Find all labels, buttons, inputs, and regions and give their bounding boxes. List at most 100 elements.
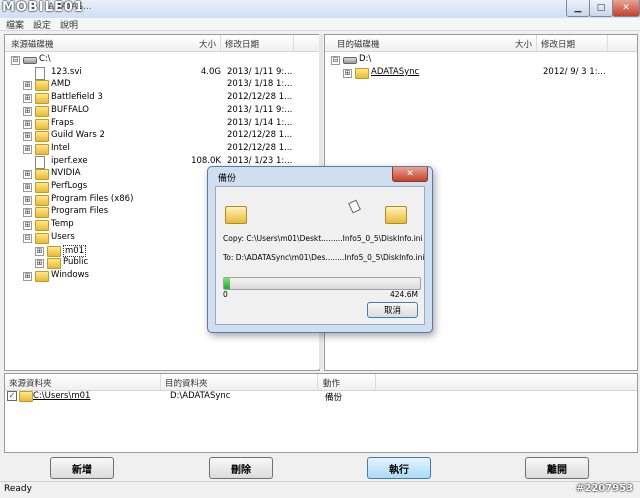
expand-icon[interactable]: ⊞ <box>23 144 32 154</box>
source-tree-row[interactable]: ⊞ Battlefield 3 2012/12/28 1... <box>5 92 319 105</box>
file-icon <box>35 66 45 80</box>
expand-icon[interactable]: ⊞ <box>35 246 44 256</box>
close-button[interactable]: ✕ <box>612 0 640 17</box>
menu-file[interactable]: 檔案 <box>6 18 24 31</box>
minimize-button[interactable]: ▁ <box>566 0 590 17</box>
folder-icon <box>35 194 49 206</box>
source-item-date: 2013/ 1/18 1:... <box>227 79 293 90</box>
source-pane-header: 來源磁碟機 大小 修改日期 <box>5 35 319 52</box>
source-item-name: iperf.exe <box>51 155 88 166</box>
size-column[interactable]: 大小 <box>515 38 532 50</box>
task-row[interactable]: ✓ C:\Users\m01 D:\ADATASync 備份 <box>5 391 637 403</box>
drive-icon <box>23 57 37 64</box>
progress-fill <box>224 278 230 289</box>
expand-icon[interactable]: ⊞ <box>23 106 32 116</box>
progress-end-label: 424.6M <box>390 290 418 299</box>
source-tree-row[interactable]: 123.svi 4.0G 2013/ 1/11 9:... <box>5 66 319 80</box>
watermark: #2207953 <box>576 483 634 494</box>
mobile01-logo: MOBILE01 <box>2 0 84 15</box>
status-bar: Ready <box>0 481 640 498</box>
folder-icon <box>47 245 61 257</box>
source-item-name: Temp <box>51 219 74 230</box>
destination-item-date: 2012/ 9/ 3 1:... <box>543 66 606 77</box>
source-tree-row[interactable]: ⊞ Fraps 2013/ 1/14 1:... <box>5 118 319 130</box>
task-list[interactable]: 來源資料夾 目的資料夾 動作 ✓ C:\Users\m01 D:\ADATASy… <box>4 373 638 453</box>
source-tree-row[interactable]: ⊞ AMD 2013/ 1/18 1:... <box>5 79 319 92</box>
folder-icon <box>35 118 49 130</box>
source-item-name: 123.svi <box>51 66 82 77</box>
source-item-date: 2013/ 1/14 1:... <box>227 117 293 128</box>
destination-pane-header: 目的磁碟機 大小 修改日期 <box>325 35 637 52</box>
source-item-date: 2013/ 1/23 1:... <box>227 155 293 166</box>
destination-drive-column[interactable]: 目的磁碟機 <box>337 38 380 50</box>
collapse-icon[interactable]: ⊟ <box>331 56 340 65</box>
collapse-icon[interactable]: ⊟ <box>11 56 20 65</box>
source-drive-column[interactable]: 來源磁碟機 <box>11 38 54 50</box>
source-item-name: Windows <box>51 269 89 280</box>
maximize-button[interactable]: □ <box>589 0 613 17</box>
collapse-icon[interactable]: ⊟ <box>23 233 32 243</box>
folder-icon <box>35 207 49 219</box>
expand-icon[interactable]: ⊞ <box>23 183 32 192</box>
folder-icon <box>35 270 49 282</box>
source-item-date: 2012/12/28 1... <box>227 130 293 141</box>
task-destination: D:\ADATASync <box>170 391 231 401</box>
folder-icon <box>47 258 61 270</box>
source-item-name: Users <box>51 231 75 242</box>
execute-button[interactable]: 執行 <box>367 457 431 479</box>
expand-icon[interactable]: ⊞ <box>23 94 32 104</box>
expand-icon[interactable]: ⊞ <box>23 195 32 205</box>
expand-icon[interactable]: ⊞ <box>23 119 32 129</box>
date-column[interactable]: 修改日期 <box>541 38 575 50</box>
expand-icon[interactable]: ⊞ <box>343 68 352 78</box>
destination-tree-row[interactable]: ⊟ D:\ <box>325 54 637 66</box>
expand-icon[interactable]: ⊞ <box>23 271 32 281</box>
expand-icon[interactable]: ⊞ <box>23 81 32 91</box>
expand-icon[interactable]: ⊞ <box>23 221 32 231</box>
source-tree-row[interactable]: ⊞ Guild Wars 2 2012/12/28 1... <box>5 130 319 143</box>
menu-settings[interactable]: 設定 <box>33 18 51 31</box>
menu-help[interactable]: 說明 <box>60 18 78 31</box>
destination-item-name: D:\ <box>359 54 372 64</box>
task-action: 備份 <box>325 393 343 403</box>
expand-icon[interactable]: ⊞ <box>23 132 32 142</box>
cancel-button[interactable]: 取消 <box>367 302 418 318</box>
action-column[interactable]: 動作 <box>323 377 340 389</box>
destination-tree-row[interactable]: ⊞ ADATASync 2012/ 9/ 3 1:... <box>325 66 637 79</box>
add-button[interactable]: 新增 <box>50 457 114 479</box>
destination-folder-column[interactable]: 目的資料夾 <box>165 377 208 389</box>
source-item-date: 2012/12/28 1... <box>227 92 293 103</box>
source-folder-column[interactable]: 來源資料夾 <box>9 377 52 389</box>
folder-icon <box>35 182 49 193</box>
copy-progress-bar <box>223 277 421 290</box>
task-list-header: 來源資料夾 目的資料夾 動作 <box>5 374 637 391</box>
exit-button[interactable]: 離開 <box>525 457 589 479</box>
folder-icon <box>35 131 49 143</box>
expand-icon[interactable]: ⊞ <box>23 208 32 218</box>
source-item-name: PerfLogs <box>51 181 88 191</box>
delete-button[interactable]: 刪除 <box>209 457 273 479</box>
source-tree-row[interactable]: ⊞ BUFFALO 2013/ 1/11 9:... <box>5 105 319 117</box>
source-tree-row[interactable]: ⊟ C:\ <box>5 54 319 66</box>
date-column[interactable]: 修改日期 <box>225 38 259 50</box>
copy-destination-text: To: D:\ADATASync\m01\Des........Info5_0_… <box>223 253 425 262</box>
expand-icon[interactable]: ⊞ <box>35 259 44 269</box>
source-item-name: NVIDIA <box>51 168 81 179</box>
source-folder-icon <box>225 206 247 224</box>
source-item-size: 4.0G <box>200 66 221 77</box>
flying-document-icon <box>348 199 361 214</box>
task-checkbox[interactable]: ✓ <box>7 391 17 401</box>
source-item-name: Fraps <box>51 117 74 128</box>
file-icon <box>35 155 45 169</box>
folder-icon <box>35 105 49 117</box>
source-item-name: Guild Wars 2 <box>51 130 105 141</box>
folder-icon <box>355 67 369 79</box>
source-item-name: AMD <box>51 79 71 90</box>
size-column[interactable]: 大小 <box>199 38 216 50</box>
drive-icon <box>343 57 357 64</box>
expand-icon[interactable]: ⊞ <box>23 170 32 180</box>
dialog-close-button[interactable]: ✕ <box>392 167 428 182</box>
source-item-name: C:\ <box>39 54 51 64</box>
status-text: Ready <box>4 484 32 494</box>
source-tree-row[interactable]: ⊞ Intel 2012/12/28 1... <box>5 143 319 155</box>
